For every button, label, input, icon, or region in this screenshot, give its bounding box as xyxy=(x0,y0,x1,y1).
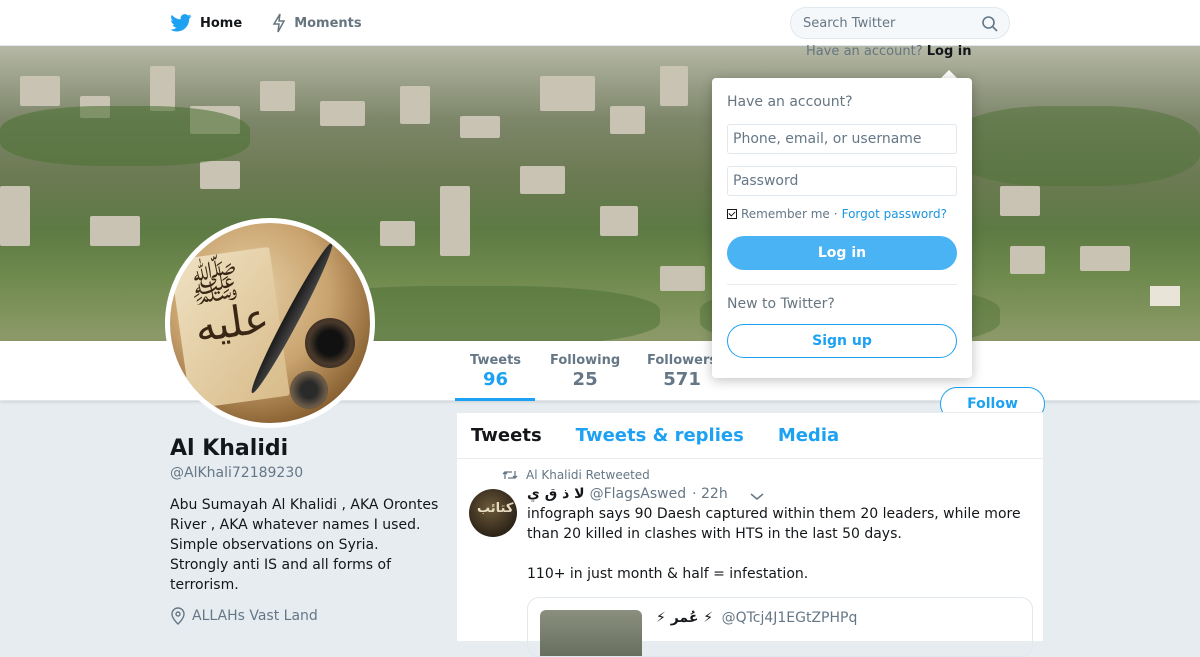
retweet-context: Al Khalidi Retweeted xyxy=(502,468,650,482)
profile-location-text: ALLAHs Vast Land xyxy=(192,608,318,624)
quoted-tweet-author-handle: @QTcj4J1EGtZPHPq xyxy=(721,610,858,626)
lightning-icon xyxy=(272,13,286,33)
avatar-calligraphy: ﷺ ﻋﻠﻴﻪ xyxy=(186,256,272,352)
nav-home[interactable]: Home xyxy=(170,14,242,32)
profile-handle[interactable]: @AlKhali72189230 xyxy=(170,465,303,481)
tweet-time[interactable]: · 22h xyxy=(692,486,728,502)
timeline: Tweets Tweets & replies Media Al Khalidi… xyxy=(456,412,1044,657)
profile-avatar[interactable]: ﷺ ﻋﻠﻴﻪ xyxy=(165,218,375,428)
username-field[interactable] xyxy=(727,124,957,154)
login-dropdown: Have an account? Remember me · Forgot pa… xyxy=(712,78,972,378)
nav-home-label: Home xyxy=(200,15,243,31)
tweet-avatar-glyph: كتائب xyxy=(477,501,514,516)
location-pin-icon xyxy=(171,607,185,625)
quoted-tweet[interactable]: ⚡ عُمر ⚡ @QTcj4J1EGtZPHPq xyxy=(527,597,1033,657)
stat-followers[interactable]: Followers 571 xyxy=(647,353,717,390)
stat-following-value: 25 xyxy=(572,369,598,390)
login-title: Have an account? xyxy=(727,94,853,110)
tab-tweets[interactable]: Tweets xyxy=(471,425,542,446)
signup-button[interactable]: Sign up xyxy=(727,324,957,358)
tweet-author-name[interactable]: لا ذ ق ي xyxy=(527,486,585,502)
quoted-tweet-header: ⚡ عُمر ⚡ @QTcj4J1EGtZPHPq xyxy=(656,610,857,626)
tab-tweets-replies[interactable]: Tweets & replies xyxy=(576,425,744,446)
avatar-inkwell xyxy=(305,318,355,368)
avatar-inkwell-small xyxy=(290,371,328,409)
profile-bio: Abu Sumayah Al Khalidi , AKA Orontes Riv… xyxy=(170,497,439,593)
tweet-text-line-2: 110+ in just month & half = infestation. xyxy=(527,566,809,582)
remember-separator: · xyxy=(833,207,838,221)
stat-following-label: Following xyxy=(550,353,621,368)
timeline-tabs: Tweets Tweets & replies Media xyxy=(457,413,1043,459)
search-input[interactable]: Search Twitter xyxy=(790,7,1010,39)
tab-media[interactable]: Media xyxy=(778,425,839,446)
search-placeholder: Search Twitter xyxy=(803,15,896,31)
stat-tweets-label: Tweets xyxy=(470,353,522,368)
chevron-down-icon[interactable] xyxy=(749,490,765,502)
main-nav: Home Moments xyxy=(170,0,392,46)
login-divider xyxy=(727,284,957,285)
nav-moments[interactable]: Moments xyxy=(272,13,362,33)
stat-followers-value: 571 xyxy=(663,369,701,390)
quoted-tweet-author-name: ⚡ عُمر ⚡ xyxy=(656,610,714,626)
tweet-text: infograph says 90 Daesh captured within … xyxy=(527,504,1037,584)
tweet-text-line-1: infograph says 90 Daesh captured within … xyxy=(527,506,1021,542)
quoted-tweet-image xyxy=(540,610,642,656)
retweet-label[interactable]: Al Khalidi Retweeted xyxy=(526,468,650,482)
remember-me-label[interactable]: Remember me xyxy=(741,207,830,221)
stat-tweets-value: 96 xyxy=(482,369,509,390)
forgot-password-link[interactable]: Forgot password? xyxy=(842,207,947,221)
profile-name[interactable]: Al Khalidi xyxy=(170,436,288,461)
password-field[interactable] xyxy=(727,166,957,196)
top-navigation-bar: Home Moments Search Twitter xyxy=(0,0,1200,46)
new-to-twitter-text: New to Twitter? xyxy=(727,296,835,312)
have-account-link[interactable]: Have an account? Log in xyxy=(806,44,972,59)
tweet-author-handle[interactable]: @FlagsAswed xyxy=(590,486,687,502)
nav-moments-label: Moments xyxy=(294,15,362,31)
profile-location: ALLAHs Vast Land xyxy=(170,607,318,625)
remember-row: Remember me · Forgot password? xyxy=(727,207,947,221)
stat-followers-label: Followers xyxy=(647,353,718,368)
login-button[interactable]: Log in xyxy=(727,236,957,270)
stat-following[interactable]: Following 25 xyxy=(550,353,620,390)
active-stat-indicator xyxy=(455,398,535,401)
tweet-author-avatar[interactable]: كتائب xyxy=(469,489,517,537)
twitter-bird-icon xyxy=(170,14,192,32)
search-icon[interactable] xyxy=(981,15,999,33)
login-link[interactable]: Log in xyxy=(927,44,972,59)
tweet-header: لا ذ ق ي @FlagsAswed · 22h xyxy=(527,486,728,502)
have-account-text: Have an account? xyxy=(806,44,923,59)
stat-tweets[interactable]: Tweets 96 xyxy=(470,353,521,390)
remember-me-checkbox[interactable] xyxy=(727,209,737,219)
retweet-icon xyxy=(502,471,518,479)
